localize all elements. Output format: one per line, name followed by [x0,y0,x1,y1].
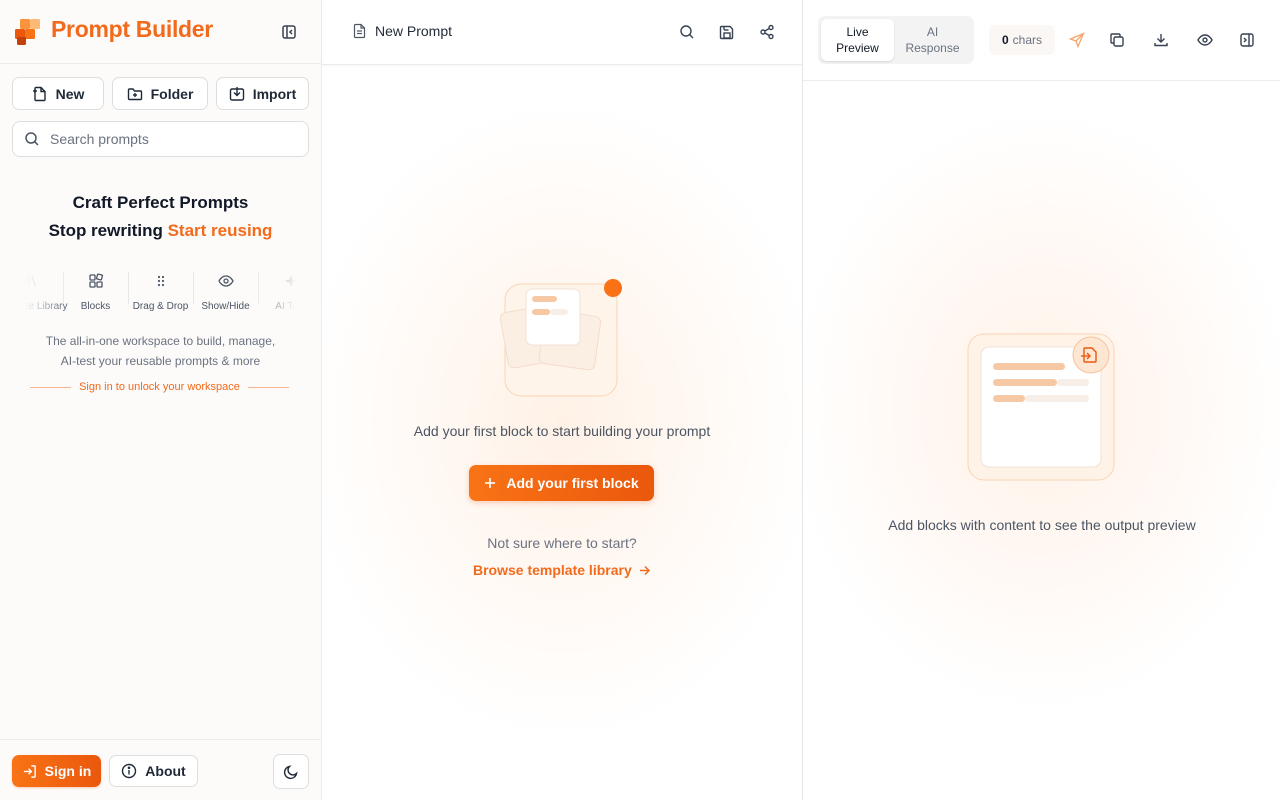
empty-blocks-illustration [500,279,622,397]
send-button[interactable] [1066,29,1088,51]
plus-icon [485,478,496,488]
feature-template-library: Template Library [20,266,67,318]
copy-icon [1110,33,1124,47]
feature-carousel: Template Library Blocks [20,266,301,318]
tab-label-line: Preview [836,41,879,55]
hero-subtitle-accent: Start reusing [167,221,273,240]
char-count-value: 0 [1001,33,1009,47]
feature-label: Drag & Drop [132,301,189,312]
not-sure-text: Not sure where to start? [487,535,637,551]
description-line-1: The all-in-one workspace to build, manag… [45,334,276,348]
brand-bar: Prompt Builder [0,0,321,64]
tab-label-line: Response [905,41,960,55]
toggle-visibility-button[interactable] [1194,29,1216,51]
browse-link-label: Browse template library [473,562,632,578]
share-icon [760,24,774,40]
hero-subtitle: Stop rewriting Start reusing [0,221,321,241]
search-box [12,121,309,157]
divider [247,386,289,388]
char-count-unit: chars [1012,33,1043,47]
editor-header: New Prompt [322,0,802,65]
theme-toggle-button[interactable] [273,754,309,789]
feature-blocks: Blocks [63,266,128,318]
tab-live-preview[interactable]: Live Preview [821,19,894,61]
log-in-icon [23,764,36,778]
editor-panel: New Prompt Add your first block to start… [322,0,802,800]
save-button[interactable] [716,21,738,43]
copy-button[interactable] [1106,29,1128,51]
feature-label: AI Test [275,301,301,312]
sidebar: Prompt Builder New Folder Import Search … [0,0,322,800]
tab-label-line: AI [926,25,939,39]
hero-title: Craft Perfect Prompts [72,193,249,212]
folder-plus-icon [127,87,142,100]
preview-panel: Live Preview AI Response 0 chars Add blo… [802,0,1280,800]
search-button[interactable] [676,21,698,43]
share-button[interactable] [756,21,778,43]
panel-left-close-icon [282,25,296,39]
import-button-label: Import [252,85,297,102]
send-icon [1069,32,1085,48]
moon-icon [283,764,298,779]
document-title-text: New Prompt [375,23,453,39]
about-button[interactable]: About [109,755,198,787]
about-label: About [145,763,186,779]
browse-template-library-link[interactable]: Browse template library [473,562,651,578]
import-button[interactable]: Import [216,77,309,110]
file-plus-icon [32,86,46,101]
folder-button-label: Folder [150,85,194,102]
eye-icon [217,275,234,287]
save-icon [719,25,734,40]
search-icon [25,132,39,146]
layers-logo-icon [15,19,40,45]
eye-icon [1197,34,1213,46]
hero-subtitle-plain: Stop rewriting [48,221,163,240]
signin-hint: Sign in to unlock your workspace [30,380,289,394]
arrow-right-icon [639,565,650,575]
download-button[interactable] [1150,29,1172,51]
new-prompt-button[interactable]: New [12,77,104,110]
preview-empty-text: Add blocks with content to see the outpu… [888,517,1196,533]
empty-state-text: Add your first block to start building y… [413,423,711,439]
sign-in-button[interactable]: Sign in [12,755,101,787]
feature-show-hide: Show/Hide [193,266,258,318]
divider [30,386,72,388]
sidebar-footer: Sign in About [0,739,321,800]
import-icon [229,86,244,101]
new-folder-button[interactable]: Folder [112,77,208,110]
info-icon [122,763,137,779]
signin-hint-text: Sign in to unlock your workspace [79,381,240,393]
feature-drag-drop: Drag & Drop [128,266,193,318]
file-text-icon [353,23,366,39]
document-title[interactable]: New Prompt [352,23,452,39]
search-input[interactable] [50,131,290,147]
search-icon [680,25,694,39]
add-first-block-label: Add your first block [506,475,639,491]
tab-label-line: Live [846,25,869,39]
sparkle-icon [284,275,297,287]
feature-label: Show/Hide [201,301,250,312]
collapse-preview-button[interactable] [1236,29,1258,51]
download-icon [1154,34,1168,47]
output-preview-illustration [967,333,1115,481]
new-button-label: New [55,85,85,102]
tab-ai-response[interactable]: AI Response [896,19,969,61]
add-first-block-button[interactable]: Add your first block [469,465,654,501]
brand-title: Prompt Builder [51,16,213,42]
collapse-sidebar-button[interactable] [278,21,300,43]
blocks-icon [88,273,103,288]
sign-in-label: Sign in [44,763,92,779]
preview-mode-tabs: Live Preview AI Response [818,16,974,64]
panel-right-close-icon [1240,33,1254,47]
feature-ai-test: AI Test [258,266,301,318]
description-line-2: AI-test your reusable prompts & more [60,354,261,368]
grip-icon [157,275,164,287]
char-count-badge: 0 chars [989,25,1055,55]
library-icon [24,275,36,287]
feature-label: Template Library [20,301,68,312]
feature-label: Blocks [80,301,111,312]
preview-header: Live Preview AI Response 0 chars [803,0,1280,81]
